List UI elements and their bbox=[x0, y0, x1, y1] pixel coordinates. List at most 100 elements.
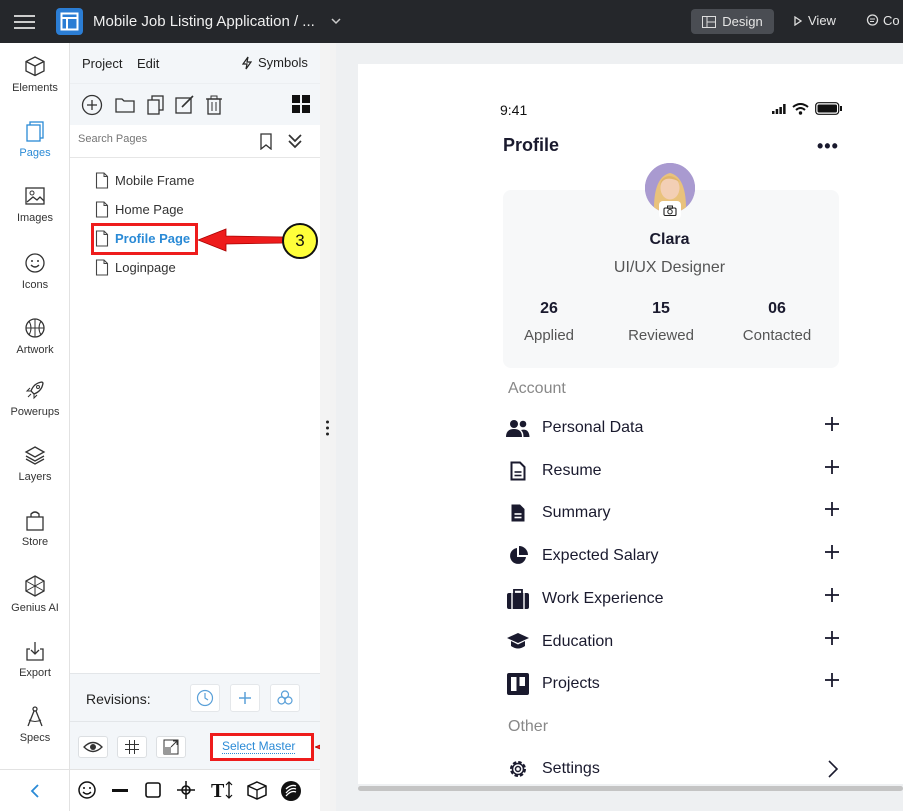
rail-item-pages[interactable]: Pages bbox=[0, 118, 70, 159]
menu-item-settings[interactable]: Settings bbox=[506, 756, 839, 782]
add-page-icon[interactable] bbox=[81, 94, 103, 116]
more-options-icon[interactable]: ••• bbox=[817, 136, 839, 157]
chevron-left-icon bbox=[30, 783, 39, 798]
panel-splitter[interactable] bbox=[320, 43, 336, 811]
graduation-cap-icon bbox=[506, 631, 530, 653]
plus-icon[interactable] bbox=[825, 417, 839, 431]
chevron-down-icon[interactable] bbox=[331, 17, 341, 25]
rail-item-powerups[interactable]: Powerups bbox=[0, 377, 70, 418]
revision-history-button[interactable] bbox=[190, 684, 220, 712]
revision-sync-button[interactable] bbox=[270, 684, 300, 712]
menu-item-projects[interactable]: Projects bbox=[506, 671, 839, 697]
plus-icon[interactable] bbox=[825, 502, 839, 516]
select-master-button[interactable]: Select Master bbox=[210, 733, 314, 761]
menu-item-personal-data[interactable]: Personal Data bbox=[506, 415, 839, 441]
menu-item-summary[interactable]: Summary bbox=[506, 500, 839, 526]
plus-icon[interactable] bbox=[825, 588, 839, 602]
menu-label: Settings bbox=[542, 760, 600, 777]
rail-item-artwork[interactable]: Artwork bbox=[0, 315, 70, 356]
rail-item-icons[interactable]: Icons bbox=[0, 250, 70, 291]
rectangle-tool-icon[interactable] bbox=[143, 780, 163, 800]
chevron-right-icon[interactable] bbox=[827, 759, 839, 779]
emoji-tool-icon[interactable] bbox=[77, 780, 97, 800]
view-label: View bbox=[808, 13, 836, 28]
pages-icon bbox=[24, 118, 46, 144]
rail-item-genius-ai[interactable]: Genius AI bbox=[0, 573, 70, 614]
cube-icon bbox=[24, 53, 46, 79]
red-arrow-icon bbox=[198, 228, 285, 252]
project-menu[interactable]: Project bbox=[82, 56, 122, 71]
design-mode-button[interactable]: Design bbox=[691, 9, 774, 34]
page-item-loginpage[interactable]: Loginpage bbox=[95, 256, 176, 278]
view-mode-button[interactable]: View bbox=[794, 13, 836, 28]
horizontal-scrollbar[interactable] bbox=[358, 786, 903, 791]
page-item-mobile-frame[interactable]: Mobile Frame bbox=[95, 169, 194, 191]
bookmark-icon[interactable] bbox=[259, 133, 273, 150]
page-icon bbox=[95, 200, 109, 218]
step-badge-3: 3 bbox=[282, 223, 318, 259]
pie-chart-icon bbox=[506, 545, 530, 567]
plus-icon[interactable] bbox=[825, 673, 839, 687]
camera-icon[interactable] bbox=[659, 201, 681, 219]
move-tool-icon[interactable] bbox=[176, 780, 196, 800]
panel-header: Project Edit Symbols bbox=[70, 43, 320, 83]
plus-icon[interactable] bbox=[825, 460, 839, 474]
menu-label: Education bbox=[542, 633, 614, 650]
visibility-button[interactable] bbox=[78, 736, 108, 758]
profile-role: UI/UX Designer bbox=[613, 259, 726, 276]
stat-contacted: 06 Contacted bbox=[727, 300, 827, 344]
stat-label: Reviewed bbox=[628, 327, 694, 344]
top-bar: Mobile Job Listing Application / ... Des… bbox=[0, 0, 903, 43]
signal-icon bbox=[772, 103, 786, 114]
menu-item-expected-salary[interactable]: Expected Salary bbox=[506, 543, 839, 569]
collapse-sidebar-button[interactable] bbox=[0, 769, 70, 811]
ball-icon bbox=[24, 315, 46, 341]
rail-item-layers[interactable]: Layers bbox=[0, 442, 70, 483]
menu-item-education[interactable]: Education bbox=[506, 629, 839, 655]
document-title[interactable]: Mobile Job Listing Application / ... bbox=[93, 13, 315, 30]
plus-icon[interactable] bbox=[825, 631, 839, 645]
gear-icon bbox=[506, 758, 530, 780]
line-tool-icon[interactable] bbox=[110, 780, 130, 800]
grid-view-icon[interactable] bbox=[291, 94, 311, 114]
play-icon bbox=[794, 15, 802, 26]
comment-label: Co bbox=[883, 13, 900, 28]
grid-toggle-button[interactable] bbox=[117, 736, 147, 758]
trash-icon[interactable] bbox=[204, 94, 224, 116]
collapse-all-icon[interactable] bbox=[287, 133, 303, 149]
symbols-button[interactable]: Symbols bbox=[242, 55, 308, 70]
component-tool-icon[interactable] bbox=[246, 780, 268, 800]
menu-item-resume[interactable]: Resume bbox=[506, 458, 839, 484]
rail-item-store[interactable]: Store bbox=[0, 507, 70, 548]
add-revision-button[interactable] bbox=[230, 684, 260, 712]
text-tool-icon[interactable]: T bbox=[210, 780, 234, 800]
plugin-tool-icon[interactable] bbox=[280, 780, 302, 802]
resize-button[interactable] bbox=[156, 736, 186, 758]
rail-label: Specs bbox=[19, 732, 51, 744]
smiley-icon bbox=[24, 250, 46, 276]
stat-value: 15 bbox=[652, 300, 670, 317]
search-pages-input[interactable] bbox=[78, 133, 248, 145]
comment-button[interactable]: Co bbox=[866, 13, 900, 28]
edit-page-icon[interactable] bbox=[174, 94, 196, 116]
rail-label: Pages bbox=[19, 147, 51, 159]
rail-item-specs[interactable]: Specs bbox=[0, 703, 70, 744]
export-icon bbox=[24, 638, 46, 664]
rail-item-images[interactable]: Images bbox=[0, 183, 70, 224]
rail-label: Genius AI bbox=[11, 602, 59, 614]
folder-icon[interactable] bbox=[114, 94, 136, 116]
app-logo-icon[interactable] bbox=[56, 8, 83, 35]
rail-label: Artwork bbox=[16, 344, 54, 356]
menu-item-work-experience[interactable]: Work Experience bbox=[506, 586, 839, 612]
rail-item-elements[interactable]: Elements bbox=[0, 53, 70, 94]
rocket-icon bbox=[24, 377, 46, 403]
duplicate-icon[interactable] bbox=[145, 94, 167, 116]
revisions-bar: Revisions: bbox=[70, 673, 320, 721]
edit-menu[interactable]: Edit bbox=[137, 56, 159, 71]
rail-label: Elements bbox=[12, 82, 58, 94]
rail-item-export[interactable]: Export bbox=[0, 638, 70, 679]
hamburger-menu-icon[interactable] bbox=[13, 12, 37, 32]
grid-icon bbox=[125, 740, 139, 754]
plus-icon[interactable] bbox=[825, 545, 839, 559]
page-item-home-page[interactable]: Home Page bbox=[95, 198, 184, 220]
